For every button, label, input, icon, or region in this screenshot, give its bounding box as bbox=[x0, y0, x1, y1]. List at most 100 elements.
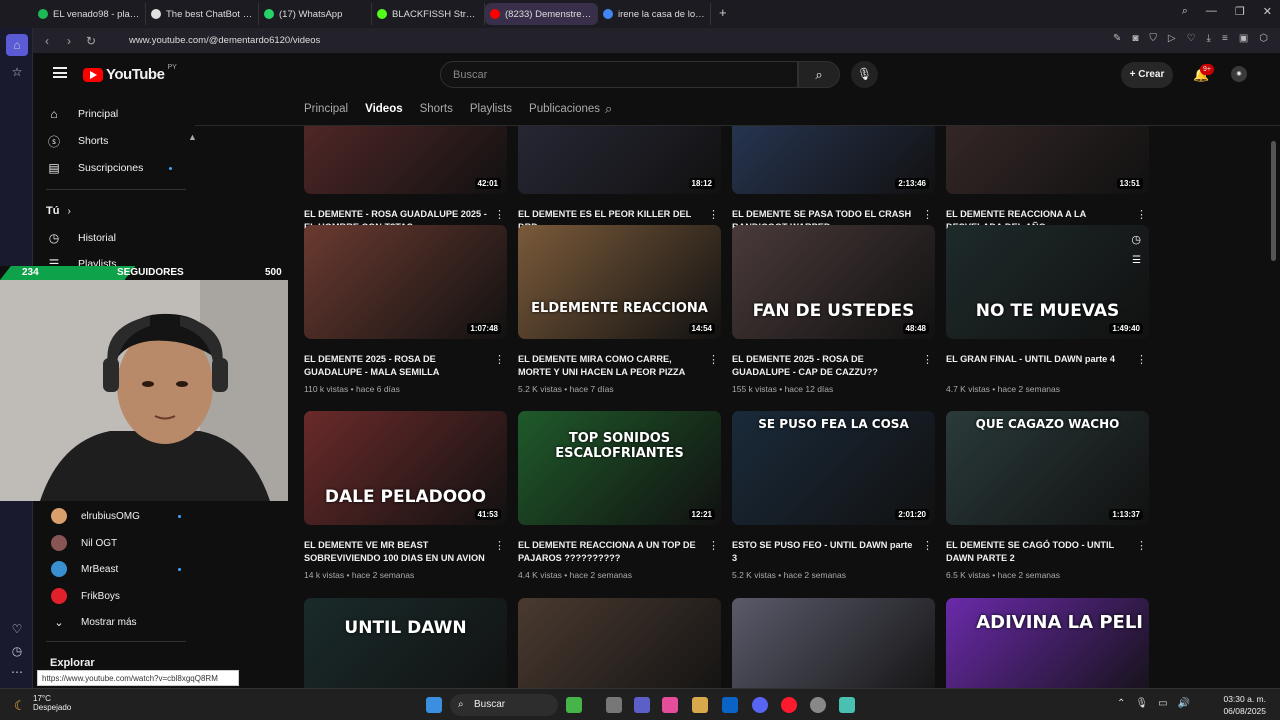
heart-icon[interactable]: ♡ bbox=[1187, 33, 1196, 44]
shield-icon[interactable]: ⛉ bbox=[1149, 33, 1157, 44]
search-input[interactable]: Buscar bbox=[440, 61, 798, 88]
video-card[interactable]: TOP SONIDOS ESCALOFRIANTES 12:21 EL DEMENT… bbox=[518, 411, 721, 580]
camera-icon[interactable]: ◙ bbox=[1132, 33, 1138, 44]
minimize-icon[interactable]: — bbox=[1206, 5, 1217, 18]
extensions-icon[interactable]: ⬡ bbox=[1259, 33, 1268, 44]
browser-tab[interactable]: (8233) Demenstream - Yo bbox=[485, 3, 598, 25]
more-options-icon[interactable]: ⋮ bbox=[1136, 353, 1147, 366]
show-more-button[interactable]: ⌄ Mostrar más bbox=[51, 609, 201, 635]
network-icon[interactable]: ▭ bbox=[1158, 698, 1167, 709]
video-card[interactable]: UNTIL DAWN bbox=[304, 598, 507, 688]
add-to-queue-icon[interactable]: ☰ bbox=[1132, 255, 1141, 266]
video-title[interactable]: EL DEMENTE 2025 - ROSA DE GUADALUPE - CA… bbox=[732, 353, 917, 379]
heart-icon[interactable]: ♡ bbox=[9, 621, 25, 637]
more-options-icon[interactable]: ⋮ bbox=[1136, 208, 1147, 221]
more-options-icon[interactable]: ⋮ bbox=[494, 539, 505, 552]
channel-search-icon[interactable]: ⌕ bbox=[605, 101, 612, 117]
video-thumbnail[interactable]: DALE PELADOOO 41:53 bbox=[304, 411, 507, 525]
sidebar-channel[interactable]: FrikBoys bbox=[51, 583, 201, 609]
download-icon[interactable]: ⤓ bbox=[1207, 33, 1211, 44]
video-card[interactable] bbox=[732, 598, 935, 688]
capcut-icon[interactable] bbox=[839, 697, 855, 713]
video-thumbnail[interactable]: 1:07:48 bbox=[304, 225, 507, 339]
page-scrollbar[interactable] bbox=[1271, 141, 1276, 261]
taskbar-search[interactable]: ⌕ Buscar bbox=[450, 694, 558, 716]
menu-icon[interactable]: ≡ bbox=[1222, 33, 1228, 44]
profile-icon[interactable]: ▣ bbox=[1239, 33, 1248, 44]
channel-tab[interactable]: Publicaciones bbox=[529, 95, 600, 125]
video-card[interactable]: DALE PELADOOO 41:53 EL DEMENTE VE MR BEAST… bbox=[304, 411, 507, 580]
teams-icon[interactable] bbox=[634, 697, 650, 713]
maximize-icon[interactable]: ❐ bbox=[1235, 5, 1245, 18]
search-button[interactable]: ⌕ bbox=[798, 61, 840, 88]
video-thumbnail[interactable]: 42:01 bbox=[304, 126, 507, 194]
copilot-icon[interactable] bbox=[662, 697, 678, 713]
start-icon[interactable] bbox=[426, 697, 442, 713]
video-thumbnail[interactable]: 18:12 bbox=[518, 126, 721, 194]
new-tab-button[interactable]: + bbox=[711, 3, 735, 25]
video-thumbnail[interactable] bbox=[518, 598, 721, 688]
search-tabs-icon[interactable]: ⌕ bbox=[1182, 5, 1188, 18]
weather-widget[interactable]: ☾ 17°C Despejado bbox=[14, 694, 71, 713]
hamburger-menu-icon[interactable] bbox=[53, 67, 67, 78]
video-thumbnail[interactable]: SPEEDRUN ?2:13:46 bbox=[732, 126, 935, 194]
video-card[interactable]: FAN DE USTEDES 48:48 EL DEMENTE 2025 - ROS… bbox=[732, 225, 935, 394]
video-thumbnail[interactable]: UNTIL DAWN bbox=[304, 598, 507, 688]
edit-icon[interactable]: ✎ bbox=[1113, 33, 1121, 44]
pinboard-icon[interactable]: ☆ bbox=[9, 64, 25, 80]
youtube-logo[interactable]: YouTube PY bbox=[83, 64, 177, 83]
video-title[interactable]: EL DEMENTE REACCIONA A UN TOP DE PAJAROS… bbox=[518, 539, 703, 565]
video-card[interactable] bbox=[518, 598, 721, 688]
video-thumbnail[interactable]: ADIVINA LA PELI bbox=[946, 598, 1149, 688]
video-thumbnail[interactable]: SE PUSO FEA LA COSA 2:01:20 bbox=[732, 411, 935, 525]
video-thumbnail[interactable]: ELDEMENTE REACCIONA 14:54 bbox=[518, 225, 721, 339]
channel-tab[interactable]: Principal bbox=[304, 95, 348, 125]
url-field[interactable]: www.youtube.com/@dementardo6120/videos bbox=[113, 32, 1213, 49]
microphone-icon[interactable]: 🎙 bbox=[1135, 698, 1148, 709]
video-title[interactable]: EL DEMENTE MIRA COMO CARRE, MORTE Y UNI … bbox=[518, 353, 703, 379]
sidebar-channel[interactable]: MrBeast bbox=[51, 556, 201, 582]
forward-icon[interactable]: › bbox=[58, 34, 80, 48]
more-options-icon[interactable]: ⋮ bbox=[708, 353, 719, 366]
more-options-icon[interactable]: ⋮ bbox=[494, 353, 505, 366]
video-card[interactable]: ADIVINA LA PELI bbox=[946, 598, 1149, 688]
more-options-icon[interactable]: ⋮ bbox=[922, 539, 933, 552]
sidebar-channel[interactable]: Nil OGT bbox=[51, 530, 201, 556]
discord-icon[interactable] bbox=[752, 697, 768, 713]
sidebar-item-you[interactable]: Tú › bbox=[46, 198, 196, 224]
video-thumbnail[interactable]: NO TE MUEVAS 1:49:40 ◷ ☰ bbox=[946, 225, 1149, 339]
browser-tab[interactable]: BLACKFISSH Stream - Wa bbox=[372, 3, 485, 25]
browser-tab[interactable]: irene la casa de los famos bbox=[598, 3, 711, 25]
more-options-icon[interactable]: ⋮ bbox=[922, 208, 933, 221]
browser-tab[interactable]: EL venado98 - playlist by bbox=[33, 3, 146, 25]
sidebar-item-shorts[interactable]: ⓢ Shorts bbox=[46, 128, 196, 154]
video-thumbnail[interactable]: FAN DE USTEDES 48:48 bbox=[732, 225, 935, 339]
play-icon[interactable]: ▷ bbox=[1168, 33, 1176, 44]
video-card[interactable]: ELDEMENTE REACCIONA 14:54 EL DEMENTE MIRA … bbox=[518, 225, 721, 394]
more-options-icon[interactable]: ⋮ bbox=[922, 353, 933, 366]
channel-tab[interactable]: Playlists bbox=[470, 95, 512, 125]
sidebar-item-history[interactable]: ◷ Historial bbox=[46, 225, 196, 251]
video-thumbnail[interactable]: QUE CAGAZO WACHO 1:13:37 bbox=[946, 411, 1149, 525]
outlook-icon[interactable] bbox=[722, 697, 738, 713]
browser-tab[interactable]: The best ChatBot and Wi bbox=[146, 3, 259, 25]
video-thumbnail[interactable] bbox=[732, 598, 935, 688]
close-icon[interactable]: ✕ bbox=[1263, 5, 1272, 18]
chevron-up-icon[interactable]: ⌃ bbox=[1117, 698, 1125, 709]
video-title[interactable]: EL DEMENTE VE MR BEAST SOBREVIVIENDO 100… bbox=[304, 539, 489, 565]
history-icon[interactable]: ◷ bbox=[9, 643, 25, 659]
video-title[interactable]: EL DEMENTE SE CAGÓ TODO - UNTIL DAWN PAR… bbox=[946, 539, 1131, 565]
channel-tab[interactable]: Videos bbox=[365, 95, 403, 125]
file-explorer-icon[interactable] bbox=[692, 697, 708, 713]
store-icon[interactable] bbox=[566, 697, 582, 713]
clock[interactable]: 03:30 a. m. 06/08/2025 bbox=[1223, 693, 1266, 717]
video-title[interactable]: EL DEMENTE 2025 - ROSA DE GUADALUPE - MA… bbox=[304, 353, 489, 379]
watch-later-icon[interactable]: ◷ bbox=[1131, 233, 1141, 246]
task-view-icon[interactable] bbox=[606, 697, 622, 713]
more-options-icon[interactable]: ⋮ bbox=[1136, 539, 1147, 552]
sidebar-item-subscriptions[interactable]: ▤ Suscripciones bbox=[46, 155, 196, 181]
browser-tab[interactable]: (17) WhatsApp bbox=[259, 3, 372, 25]
video-thumbnail[interactable]: TOP SONIDOS ESCALOFRIANTES 12:21 bbox=[518, 411, 721, 525]
video-card[interactable]: SE PUSO FEA LA COSA 2:01:20 ESTO SE PUSO F… bbox=[732, 411, 935, 580]
video-card[interactable]: NO TE MUEVAS 1:49:40 ◷ ☰ EL GRAN FINAL - UNT… bbox=[946, 225, 1149, 394]
